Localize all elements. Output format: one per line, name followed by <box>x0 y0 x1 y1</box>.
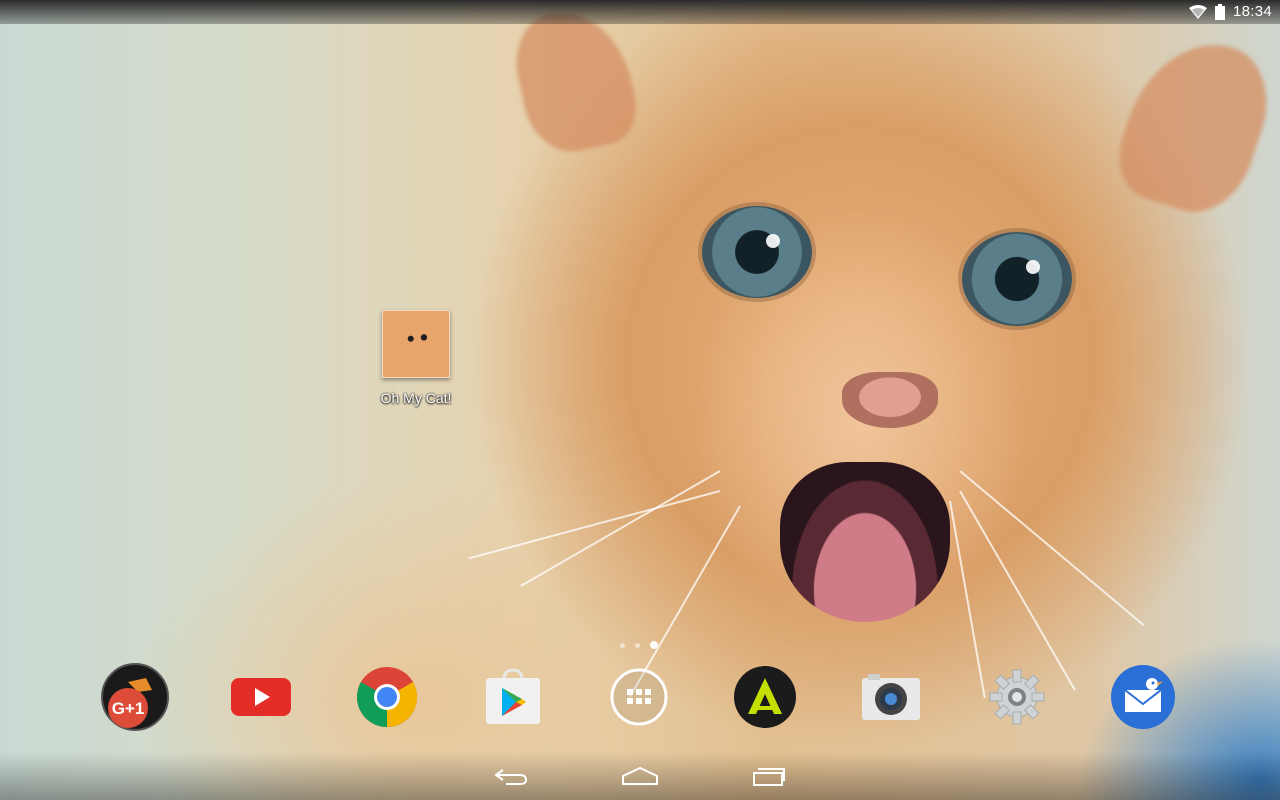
settings-app[interactable] <box>982 662 1052 732</box>
camera-icon <box>862 674 920 720</box>
recents-icon <box>753 768 785 786</box>
camera-app[interactable] <box>856 662 926 732</box>
chrome-app[interactable] <box>352 662 422 732</box>
aptoide-icon <box>734 666 796 728</box>
app-drawer-icon <box>610 668 668 726</box>
mail-bird-icon <box>1111 665 1175 729</box>
page-dot <box>620 642 625 648</box>
google-plus-app[interactable]: G+1 <box>100 662 170 732</box>
wallpaper-ear-right <box>1106 24 1280 226</box>
wallpaper-whisker <box>949 500 986 699</box>
google-plus-icon: G+1 <box>101 663 169 731</box>
cat-photo-icon <box>382 310 450 378</box>
gplus-text: G+1 <box>112 699 145 718</box>
home-button[interactable] <box>616 762 664 790</box>
shortcut-label: Oh My Cat! <box>380 390 452 406</box>
home-icon <box>622 766 658 785</box>
aptoide-app[interactable] <box>730 662 800 732</box>
status-clock: 18:34 <box>1232 3 1272 20</box>
back-button[interactable] <box>488 762 536 790</box>
battery-icon <box>1214 3 1225 20</box>
wallpaper-mouth <box>780 462 950 622</box>
play-store-app[interactable] <box>478 662 548 732</box>
wallpaper-ear-left <box>506 0 644 160</box>
wallpaper-whisker <box>468 490 721 560</box>
app-drawer[interactable] <box>604 662 674 732</box>
youtube-icon <box>231 678 291 716</box>
wallpaper-whisker <box>959 470 1145 627</box>
wallpaper-eye-right <box>962 232 1072 326</box>
chrome-icon <box>356 667 418 728</box>
back-icon <box>494 769 528 785</box>
wifi-icon <box>1188 4 1207 19</box>
page-dot <box>635 642 640 648</box>
page-dot-active <box>650 641 658 649</box>
status-bar[interactable]: 18:34 <box>0 0 1280 24</box>
shortcut-oh-my-cat[interactable]: Oh My Cat! <box>372 310 460 406</box>
page-indicator <box>620 641 658 649</box>
youtube-app[interactable] <box>226 662 296 732</box>
wallpaper-whisker <box>520 470 721 587</box>
wallpaper-nose <box>842 372 938 428</box>
messenger-app[interactable] <box>1108 662 1178 732</box>
play-store-icon <box>486 668 540 724</box>
navigation-bar <box>0 752 1280 800</box>
recents-button[interactable] <box>744 762 792 790</box>
wallpaper-eye-left <box>702 206 812 298</box>
settings-gear-icon <box>989 669 1045 725</box>
